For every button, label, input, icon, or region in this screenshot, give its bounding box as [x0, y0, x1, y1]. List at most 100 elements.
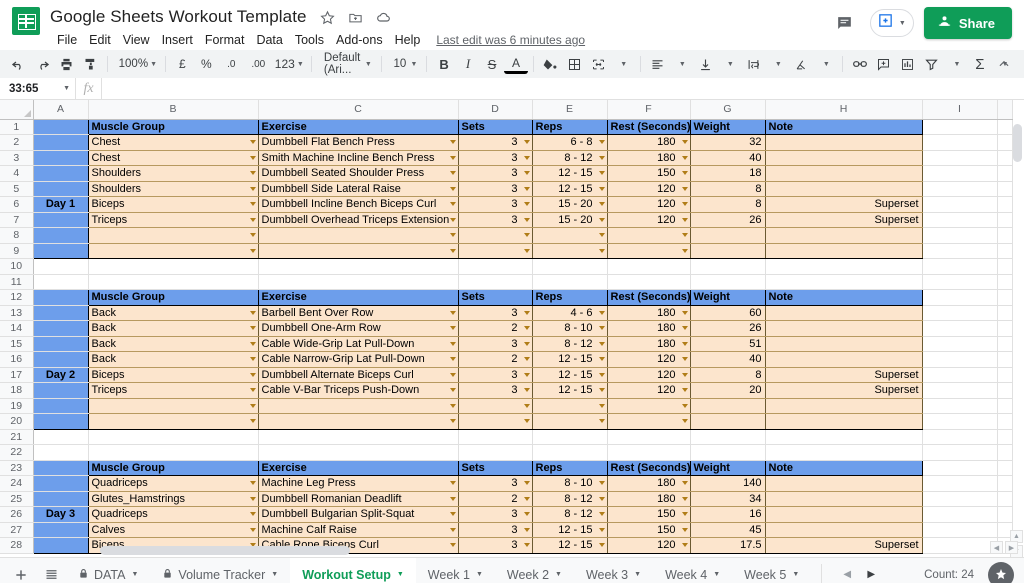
cell-exercise[interactable]: Dumbbell Incline Bench Biceps Curl: [258, 197, 458, 213]
cell-reps[interactable]: [532, 228, 607, 244]
dropdown-arrow-icon[interactable]: [250, 249, 256, 253]
day-label-cell[interactable]: [33, 321, 88, 337]
cell-note[interactable]: [765, 181, 922, 197]
day-label-cell[interactable]: [33, 336, 88, 352]
cell-exercise[interactable]: Cable V-Bar Triceps Push-Down: [258, 383, 458, 399]
cell-reps[interactable]: [532, 243, 607, 259]
cell-weight[interactable]: 18: [690, 166, 765, 182]
empty-cell-i12[interactable]: [922, 290, 997, 306]
menu-file[interactable]: File: [51, 31, 83, 49]
empty-cell-j25[interactable]: [997, 491, 1012, 507]
cell-muscle-group[interactable]: Back: [88, 321, 258, 337]
empty-cell-j26[interactable]: [997, 507, 1012, 523]
empty-cell-j24[interactable]: [997, 476, 1012, 492]
cell-rest[interactable]: 180: [607, 321, 690, 337]
print-icon[interactable]: [54, 52, 78, 76]
dropdown-arrow-icon[interactable]: [250, 404, 256, 408]
empty-cell-r10c1[interactable]: [258, 259, 458, 275]
empty-cell-r22c3[interactable]: [532, 445, 607, 461]
row-header-10[interactable]: 10: [0, 259, 33, 275]
empty-cell-r22c1[interactable]: [258, 445, 458, 461]
cell-muscle-group[interactable]: Shoulders: [88, 166, 258, 182]
header-cell-exercise[interactable]: Exercise: [258, 460, 458, 476]
cell-rest[interactable]: [607, 414, 690, 430]
cell-weight[interactable]: 8: [690, 197, 765, 213]
valign-chevron-down-icon[interactable]: ▼: [717, 52, 741, 76]
cell-note[interactable]: [765, 228, 922, 244]
cell-sets[interactable]: 2: [458, 352, 532, 368]
empty-cell-i28[interactable]: [922, 538, 997, 554]
cell-muscle-group[interactable]: [88, 228, 258, 244]
day-label-cell[interactable]: [33, 538, 88, 554]
day-label-cell[interactable]: [33, 352, 88, 368]
vertical-scrollbar[interactable]: [1012, 120, 1023, 550]
cell-reps[interactable]: 8 - 10: [532, 476, 607, 492]
cell-note[interactable]: Superset: [765, 197, 922, 213]
cell-sets[interactable]: 3: [458, 336, 532, 352]
cell-sets[interactable]: [458, 414, 532, 430]
cell-exercise[interactable]: Dumbbell Side Lateral Raise: [258, 181, 458, 197]
header-cell-muscle-group[interactable]: Muscle Group: [88, 290, 258, 306]
cell-sets[interactable]: [458, 243, 532, 259]
row-header-18[interactable]: 18: [0, 383, 33, 399]
header-cell-exercise[interactable]: Exercise: [258, 119, 458, 135]
dropdown-arrow-icon[interactable]: [599, 233, 605, 237]
empty-cell-r22c6[interactable]: [765, 445, 922, 461]
cell-reps[interactable]: 8 - 12: [532, 150, 607, 166]
cell-muscle-group[interactable]: [88, 414, 258, 430]
dropdown-arrow-icon[interactable]: [250, 419, 256, 423]
empty-cell-r21c4[interactable]: [607, 429, 690, 445]
insert-link-icon[interactable]: [848, 52, 872, 76]
empty-cell-j18[interactable]: [997, 383, 1012, 399]
empty-cell-i16[interactable]: [922, 352, 997, 368]
cell-reps[interactable]: 12 - 15: [532, 367, 607, 383]
empty-cell-r22c0[interactable]: [88, 445, 258, 461]
empty-cell-j4[interactable]: [997, 166, 1012, 182]
row-header-23[interactable]: 23: [0, 460, 33, 476]
column-header-i[interactable]: I: [922, 100, 997, 119]
borders-icon[interactable]: [563, 52, 587, 76]
empty-cell-j15[interactable]: [997, 336, 1012, 352]
cell-muscle-group[interactable]: Calves: [88, 522, 258, 538]
empty-cell-i24[interactable]: [922, 476, 997, 492]
cell-note[interactable]: Superset: [765, 212, 922, 228]
empty-cell-j6[interactable]: [997, 197, 1012, 213]
empty-cell-r10c6[interactable]: [765, 259, 922, 275]
cell-note[interactable]: [765, 305, 922, 321]
zoom-level-select[interactable]: 100% ▼: [113, 53, 160, 75]
header-cell-exercise[interactable]: Exercise: [258, 290, 458, 306]
row-header-4[interactable]: 4: [0, 166, 33, 182]
halign-chevron-down-icon[interactable]: ▼: [669, 52, 693, 76]
horizontal-scrollbar-thumb[interactable]: [100, 546, 350, 555]
cloud-saved-icon[interactable]: [373, 6, 395, 28]
cell-muscle-group[interactable]: Back: [88, 305, 258, 321]
insert-comment-icon[interactable]: [872, 52, 896, 76]
cell-note[interactable]: [765, 507, 922, 523]
header-cell-reps[interactable]: Reps: [532, 460, 607, 476]
empty-cell-a11[interactable]: [33, 274, 88, 290]
cell-note[interactable]: [765, 476, 922, 492]
cell-reps[interactable]: 8 - 10: [532, 321, 607, 337]
empty-cell-j9[interactable]: [997, 243, 1012, 259]
day-label-cell[interactable]: [33, 181, 88, 197]
cell-muscle-group[interactable]: Shoulders: [88, 181, 258, 197]
cell-muscle-group[interactable]: Triceps: [88, 383, 258, 399]
cell-weight[interactable]: 60: [690, 305, 765, 321]
empty-cell-j20[interactable]: [997, 414, 1012, 430]
menu-data[interactable]: Data: [250, 31, 288, 49]
dropdown-arrow-icon[interactable]: [524, 404, 530, 408]
formula-input[interactable]: [102, 78, 1024, 99]
day-label-cell[interactable]: [33, 383, 88, 399]
empty-cell-i26[interactable]: [922, 507, 997, 523]
dropdown-arrow-icon[interactable]: [524, 249, 530, 253]
cell-weight[interactable]: [690, 414, 765, 430]
cell-muscle-group[interactable]: Quadriceps: [88, 476, 258, 492]
empty-cell-i23[interactable]: [922, 460, 997, 476]
cell-sets[interactable]: [458, 228, 532, 244]
cell-exercise[interactable]: [258, 414, 458, 430]
cell-rest[interactable]: 150: [607, 507, 690, 523]
empty-cell-r21c1[interactable]: [258, 429, 458, 445]
cell-reps[interactable]: 12 - 15: [532, 522, 607, 538]
row-header-26[interactable]: 26: [0, 507, 33, 523]
menu-view[interactable]: View: [117, 31, 156, 49]
